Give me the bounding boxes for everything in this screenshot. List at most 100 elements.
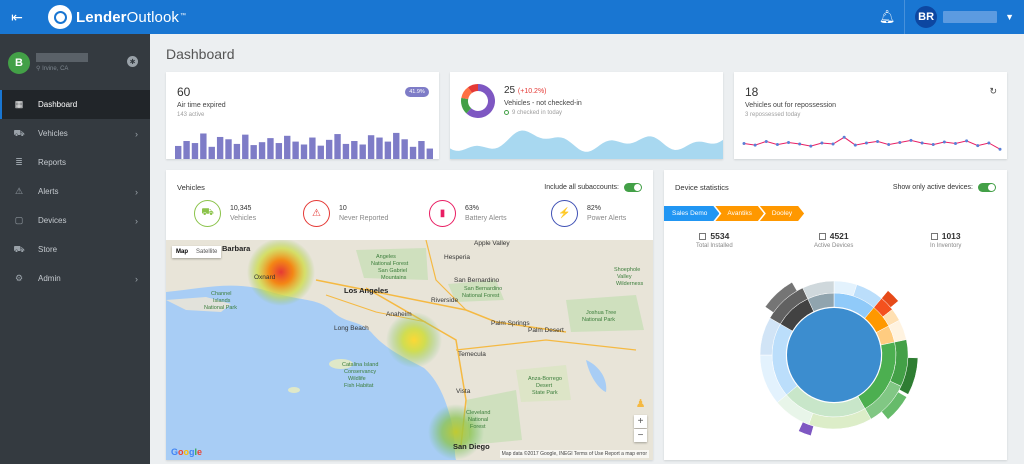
warning-icon: ⚠ — [303, 200, 330, 227]
vehicles-card: Vehicles Include all subaccounts: ⛟ 10,34… — [166, 170, 653, 460]
checkin-area — [450, 130, 723, 159]
sidebar-item-label: Admin — [38, 274, 61, 283]
zoom-in-button[interactable]: + — [634, 415, 647, 428]
page-title: Dashboard — [166, 46, 235, 62]
repossession-card[interactable]: 18 Vehicles out for repossession 3 repos… — [734, 72, 1007, 159]
checkin-sub-row: 9 checked in today — [504, 110, 562, 116]
breadcrumb-sales-demo[interactable]: Sales Demo — [664, 206, 719, 221]
sidebar-item-alerts[interactable]: ⚠ Alerts › — [0, 177, 150, 206]
airtime-bar — [216, 136, 224, 159]
map-label: National — [468, 417, 489, 423]
sidebar-item-label: Reports — [38, 158, 67, 167]
stat-label: Battery Alerts — [465, 215, 507, 222]
map-label: National Forest — [462, 293, 500, 299]
map-label: National Forest — [371, 261, 409, 267]
heatmap-map[interactable]: Barbara Apple Valley Hesperia Angeles Nation… — [166, 240, 653, 460]
sidebar-item-admin[interactable]: ⚙ Admin › — [0, 264, 150, 293]
vehicle-stat-power-alerts[interactable]: ⚡ 82% Power Alerts — [551, 200, 626, 227]
airtime-value: 60 — [177, 85, 191, 99]
checkin-value-row: 25 (+10.2%) — [504, 85, 547, 96]
repo-point — [864, 141, 868, 145]
airtime-bar — [325, 139, 333, 159]
map-label: Temecula — [458, 351, 486, 358]
subaccounts-toggle[interactable] — [624, 183, 642, 192]
pegman-button[interactable]: ♟ — [635, 397, 646, 411]
map-label: Islands — [213, 298, 231, 304]
map-type-map-button[interactable]: Map — [172, 246, 192, 258]
repo-point — [931, 143, 935, 147]
repo-point — [820, 141, 824, 145]
airtime-sub: 143 active — [177, 112, 205, 118]
account-breadcrumb: Sales Demo Avantiks Dooley — [664, 206, 800, 221]
repo-point — [909, 138, 913, 142]
refresh-button[interactable]: ↻ — [989, 86, 997, 97]
checkin-change: (+10.2%) — [517, 88, 547, 95]
list-icon — [699, 233, 707, 241]
device-icon: ▢ — [14, 215, 24, 225]
refresh-icon: ↻ — [989, 86, 997, 96]
map-label: Long Beach — [334, 325, 369, 332]
vehicle-stat-vehicles[interactable]: ⛟ 10,345 Vehicles — [194, 200, 256, 227]
app-title: LenderOutlook — [76, 8, 180, 26]
airtime-bar — [334, 134, 341, 159]
repo-point — [764, 139, 768, 143]
repo-point — [942, 140, 946, 144]
airtime-bar — [183, 141, 190, 159]
sunburst-center[interactable] — [787, 308, 881, 402]
map-type-satellite-button[interactable]: Satellite — [192, 246, 221, 258]
person-icon: ♟ — [635, 398, 646, 410]
sidebar-item-dashboard[interactable]: ▦ Dashboard — [0, 90, 150, 119]
map-label: Palm Desert — [528, 327, 564, 334]
map-label: National Park — [582, 317, 616, 323]
airtime-badge: 41.9% — [405, 87, 429, 97]
sidebar-item-reports[interactable]: ≣ Reports — [0, 148, 150, 177]
profile-name-redacted — [36, 53, 88, 62]
airtime-bar — [300, 144, 308, 159]
repo-point — [876, 139, 880, 143]
checkin-value: 25 — [504, 85, 516, 96]
repo-point — [809, 144, 813, 148]
map-label: Wildlife — [348, 376, 366, 382]
map-attribution[interactable]: Map data ©2017 Google, INEGI Terms of Us… — [499, 450, 649, 458]
airtime-card[interactable]: 60 Air time expired 143 active 41.9% — [166, 72, 439, 159]
sidebar-item-vehicles[interactable]: ⛟ Vehicles › — [0, 119, 150, 148]
map-type-control: Map Satellite — [172, 246, 222, 258]
repo-point — [887, 143, 891, 147]
vehicle-stat-battery-alerts[interactable]: ▮ 63% Battery Alerts — [429, 200, 507, 227]
map-label: National Park — [204, 305, 238, 311]
box-icon — [930, 233, 938, 241]
airtime-bar — [309, 137, 316, 159]
airtime-bar — [409, 146, 417, 159]
sidebar-item-devices[interactable]: ▢ Devices › — [0, 206, 150, 235]
menu-collapse-icon: ⇤ — [11, 8, 23, 25]
breadcrumb-dooley[interactable]: Dooley — [760, 206, 804, 221]
user-menu[interactable]: BR ▼ — [905, 6, 1024, 28]
repo-sub: 3 repossessed today — [745, 112, 801, 118]
repo-line-chart — [742, 135, 1002, 151]
vehicle-stat-never-reported[interactable]: ⚠ 10 Never Reported — [303, 200, 388, 227]
airtime-bar — [359, 144, 366, 159]
map-label: San Diego — [453, 442, 490, 451]
app-logo[interactable]: LenderOutlook ™ — [48, 5, 186, 29]
profile-panel: B ⚲ Irvine, CA ✱ — [0, 34, 150, 90]
profile-settings-button[interactable]: ✱ — [127, 56, 138, 67]
checkin-card[interactable]: 25 (+10.2%) Vehicles - not checked-in 9 … — [450, 72, 723, 159]
user-name-redacted — [943, 11, 998, 23]
device-sunburst-chart[interactable] — [749, 260, 919, 440]
in-inventory-stat: 1013 In Inventory — [930, 231, 962, 249]
sidebar-item-store[interactable]: ⛟ Store — [0, 235, 150, 264]
active-devices-toggle[interactable] — [978, 183, 996, 192]
zoom-out-button[interactable]: − — [634, 429, 647, 442]
active-devices-stat: 4521 Active Devices — [814, 231, 854, 249]
airtime-bar — [208, 146, 215, 159]
notifications-button[interactable]: 🔔︎ — [870, 0, 904, 34]
repo-point — [787, 140, 791, 144]
airtime-label: Air time expired — [177, 102, 226, 109]
breadcrumb-avantiks[interactable]: Avantiks — [715, 206, 763, 221]
repo-point — [831, 142, 835, 146]
map-label: San Bernardino — [454, 277, 500, 284]
map-label: Channel — [211, 291, 232, 297]
menu-toggle-button[interactable]: ⇤ — [0, 0, 34, 34]
report-icon: ≣ — [15, 157, 23, 167]
checkin-label: Vehicles - not checked-in — [504, 100, 582, 107]
